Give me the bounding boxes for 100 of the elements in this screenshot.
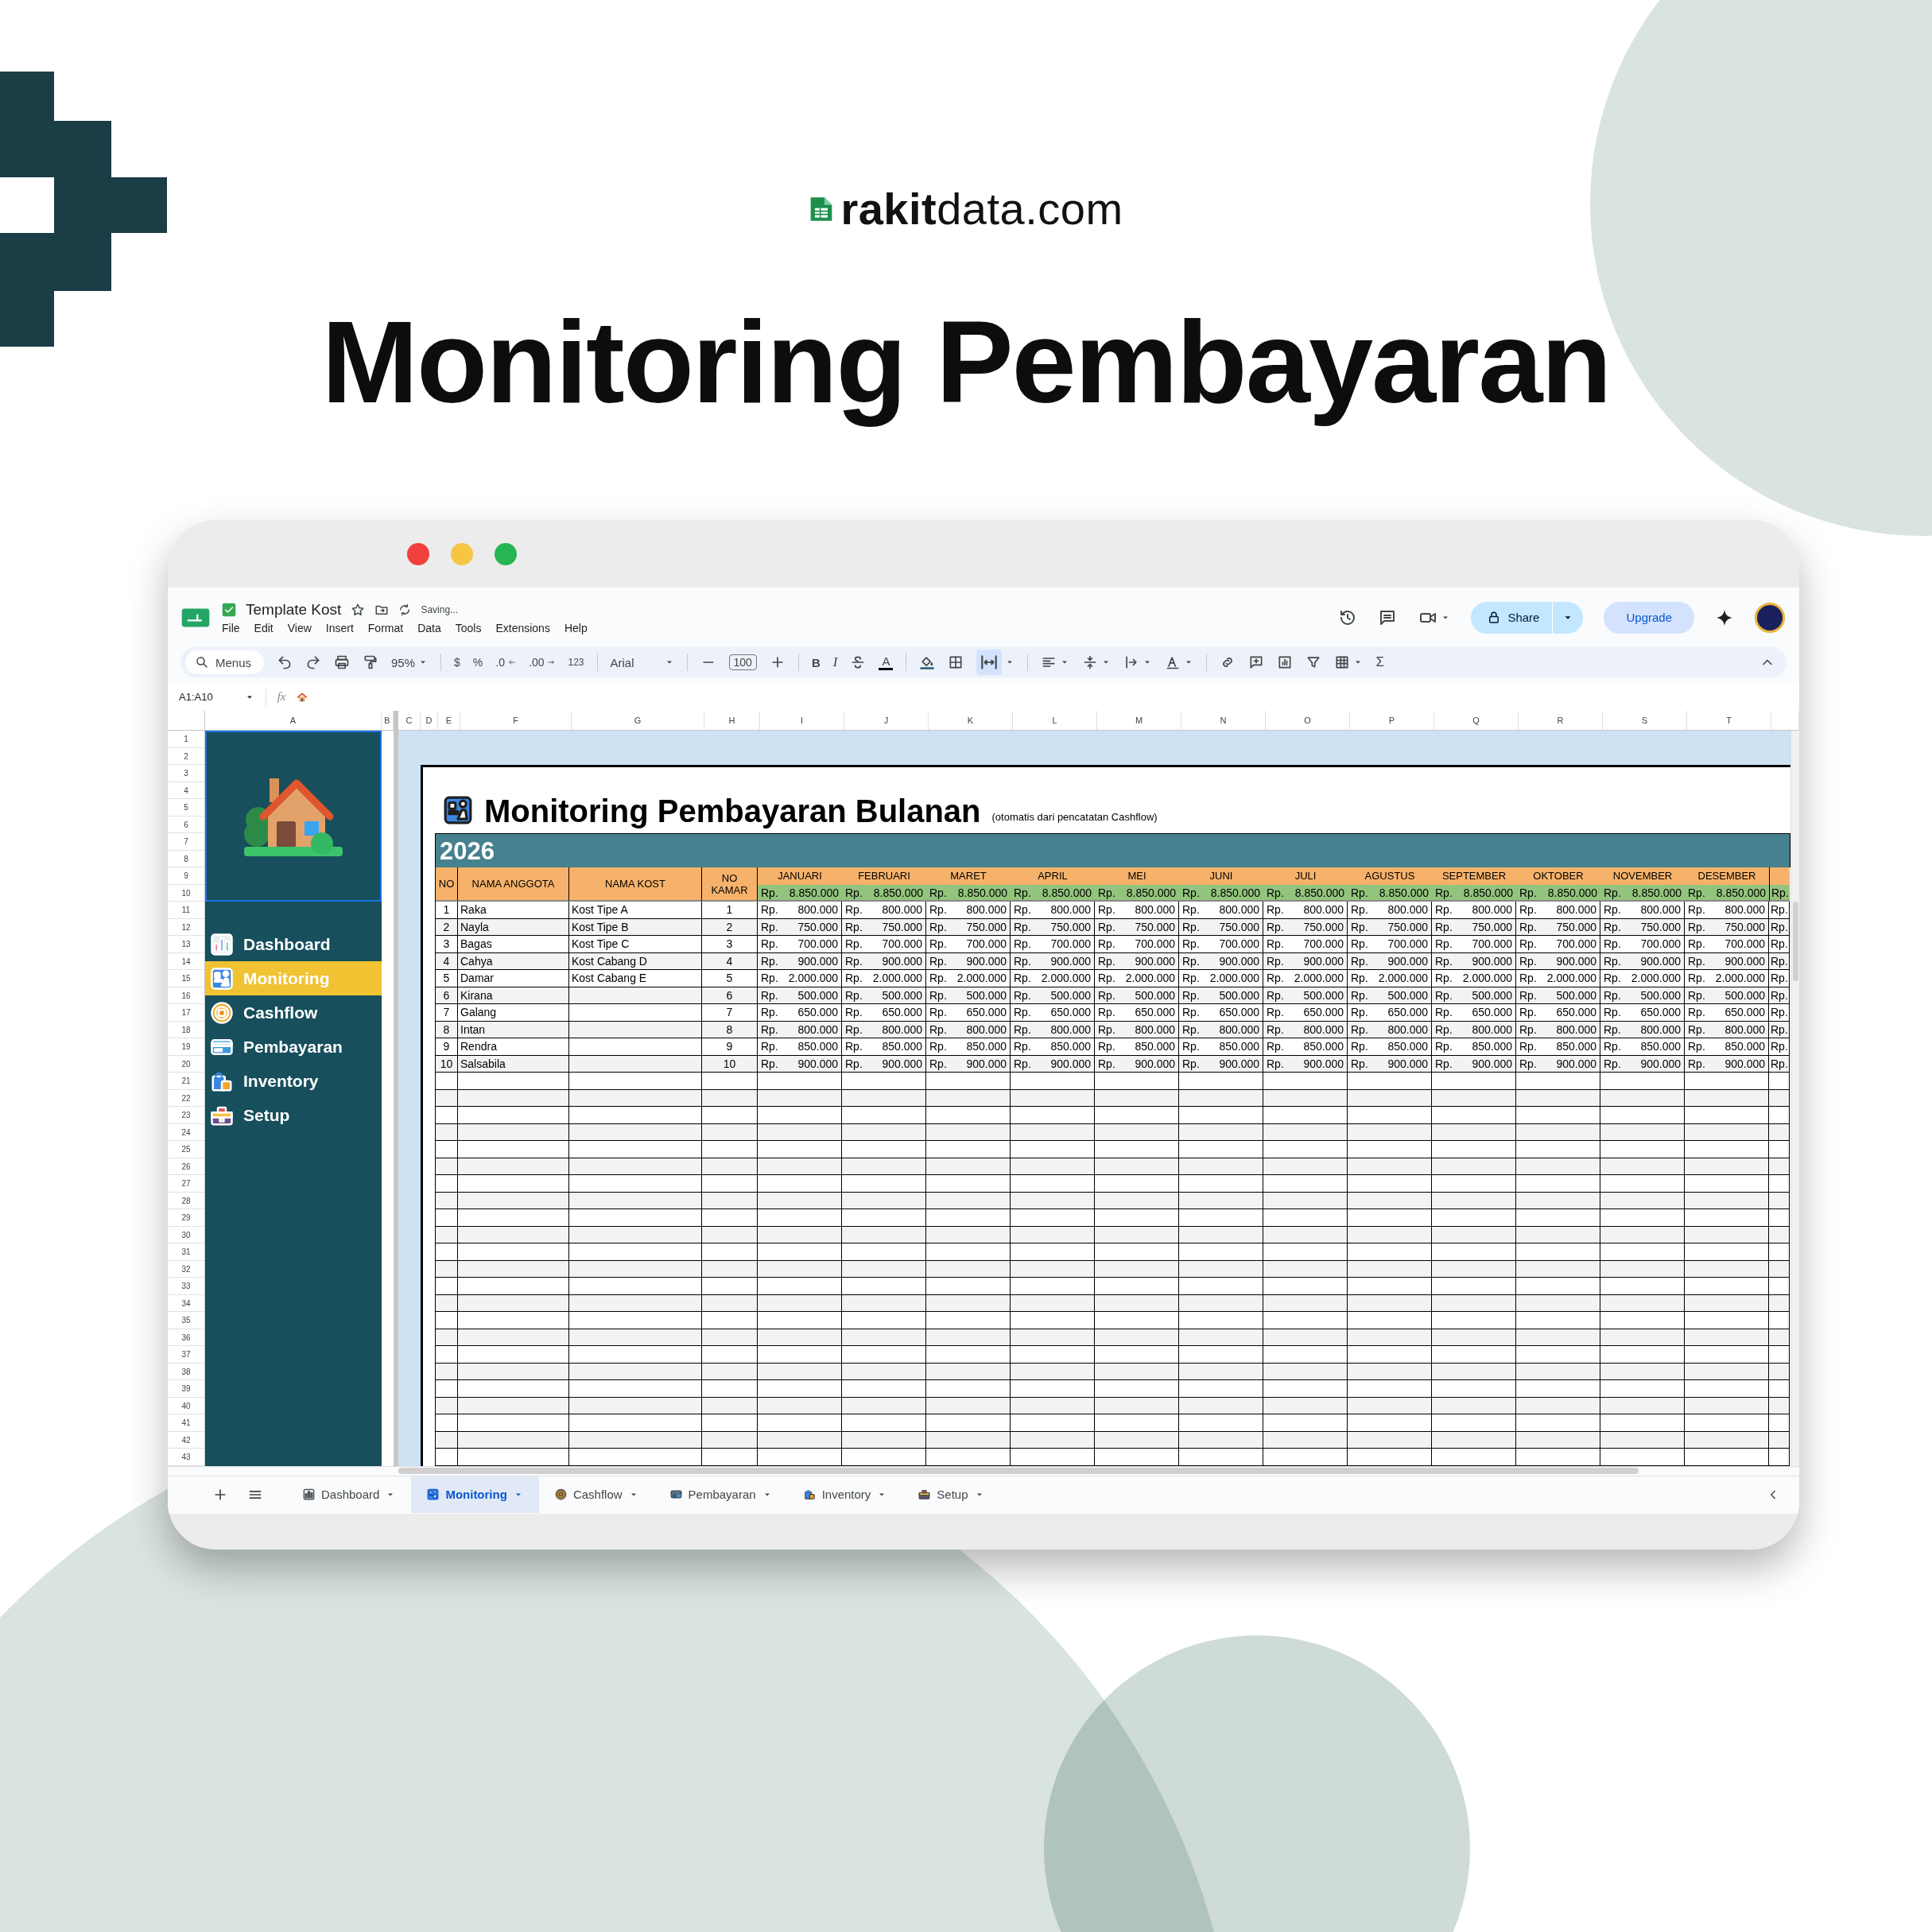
font-size-field[interactable]: 100 [728, 654, 757, 670]
menu-item[interactable]: File [222, 621, 240, 634]
row-header[interactable]: 11 [168, 902, 204, 919]
sum-button[interactable]: Σ [1375, 654, 1384, 670]
sidebar-item[interactable]: Cashflow [205, 995, 382, 1030]
redo-icon[interactable] [305, 654, 322, 670]
row-header[interactable]: 22 [168, 1089, 204, 1107]
column-header[interactable]: Q [1434, 711, 1519, 730]
column-header[interactable]: S [1603, 711, 1687, 730]
close-button[interactable] [407, 542, 429, 565]
font-select[interactable]: Arial [610, 655, 674, 669]
menu-item[interactable]: Help [564, 621, 588, 634]
menu-item[interactable]: Tools [455, 621, 482, 634]
column-header[interactable]: N [1181, 711, 1266, 730]
vertical-scrollbar[interactable] [1790, 731, 1799, 1466]
row-header[interactable]: 35 [168, 1312, 204, 1329]
print-icon[interactable] [334, 654, 351, 670]
row-header[interactable]: 23 [168, 1107, 204, 1124]
sidebar-item[interactable]: Dashboard [205, 927, 382, 962]
number-format-button[interactable]: 123 [568, 657, 584, 668]
italic-button[interactable]: I [832, 654, 838, 670]
column-header[interactable]: L [1013, 711, 1097, 730]
increase-decimal-button[interactable]: .00 [529, 656, 556, 669]
row-header[interactable]: 37 [168, 1346, 204, 1364]
row-header[interactable]: 1 [168, 731, 204, 748]
row-header[interactable]: 16 [168, 987, 204, 1004]
menu-item[interactable]: View [287, 621, 312, 634]
row-header[interactable]: 3 [168, 765, 204, 782]
star-icon[interactable] [351, 602, 366, 617]
row-header[interactable]: 31 [168, 1243, 204, 1261]
row-header[interactable]: 2 [168, 747, 204, 765]
currency-format-button[interactable]: $ [454, 656, 460, 669]
column-header[interactable]: J [844, 711, 929, 730]
column-header[interactable]: A [205, 711, 382, 730]
menu-item[interactable]: Insert [325, 621, 354, 634]
decrease-decimal-button[interactable]: .0 [495, 656, 516, 669]
borders-icon[interactable] [948, 654, 964, 670]
sheet-tab[interactable]: Monitoring [411, 1476, 539, 1513]
sidebar-item[interactable]: Inventory [205, 1064, 382, 1099]
row-header[interactable]: 30 [168, 1226, 204, 1243]
row-header[interactable]: 12 [168, 918, 204, 936]
column-header[interactable]: C [398, 711, 421, 730]
share-button[interactable]: Share [1471, 601, 1584, 634]
row-header[interactable]: 42 [168, 1431, 204, 1449]
row-header[interactable]: 33 [168, 1278, 204, 1295]
menu-item[interactable]: Data [417, 621, 441, 634]
percent-format-button[interactable]: % [472, 656, 483, 669]
row-header[interactable]: 21 [168, 1073, 204, 1090]
row-header[interactable]: 43 [168, 1449, 204, 1466]
document-title[interactable]: Template Kost [246, 600, 342, 619]
sheet-tab[interactable]: Setup [902, 1476, 1000, 1513]
fill-color-icon[interactable] [919, 654, 936, 670]
text-color-button[interactable]: A [879, 654, 894, 670]
row-header[interactable]: 8 [168, 850, 204, 867]
row-header[interactable]: 38 [168, 1363, 204, 1380]
chart-icon[interactable] [1277, 654, 1294, 670]
row-header[interactable]: 40 [168, 1397, 204, 1414]
row-header[interactable]: 15 [168, 970, 204, 987]
row-header[interactable]: 10 [168, 884, 204, 902]
column-header[interactable]: D [421, 711, 438, 730]
row-header[interactable]: 17 [168, 1004, 204, 1022]
row-header[interactable]: 32 [168, 1260, 204, 1278]
row-header[interactable]: 27 [168, 1175, 204, 1193]
menu-item[interactable]: Edit [254, 621, 274, 634]
column-header[interactable]: R [1519, 711, 1603, 730]
table-icon[interactable] [1334, 654, 1351, 670]
row-header[interactable]: 13 [168, 936, 204, 953]
row-header[interactable]: 28 [168, 1192, 204, 1209]
row-header[interactable]: 29 [168, 1209, 204, 1227]
column-header[interactable]: E [438, 711, 460, 730]
column-header[interactable]: F [460, 711, 572, 730]
row-header[interactable]: 41 [168, 1414, 204, 1432]
row-header[interactable]: 5 [168, 799, 204, 817]
name-box[interactable]: A1:A10 [179, 688, 266, 706]
row-header[interactable]: 34 [168, 1294, 204, 1312]
menu-item[interactable]: Extensions [495, 621, 550, 634]
row-header[interactable]: 14 [168, 952, 204, 970]
sidebar-item[interactable]: Setup [205, 1098, 382, 1133]
bold-button[interactable]: B [811, 655, 821, 669]
menu-item[interactable]: Format [367, 621, 404, 634]
row-header[interactable]: 7 [168, 833, 204, 851]
selected-cell-range[interactable] [205, 731, 382, 902]
row-header[interactable]: 18 [168, 1021, 204, 1038]
column-header[interactable]: G [572, 711, 704, 730]
row-header[interactable]: 26 [168, 1158, 204, 1175]
row-header[interactable]: 24 [168, 1123, 204, 1141]
sidebar-item[interactable]: Pembayaran [205, 1030, 382, 1065]
row-header[interactable]: 25 [168, 1141, 204, 1158]
row-header[interactable]: 39 [168, 1380, 204, 1398]
column-header[interactable]: I [760, 711, 844, 730]
row-header[interactable]: 6 [168, 816, 204, 833]
search-field[interactable]: Menus [185, 650, 265, 674]
upgrade-button[interactable]: Upgrade [1604, 601, 1694, 634]
row-header[interactable]: 9 [168, 867, 204, 885]
column-header[interactable]: P [1350, 711, 1434, 730]
row-header[interactable]: 4 [168, 782, 204, 799]
row-header[interactable]: 19 [168, 1038, 204, 1056]
sheet-tab[interactable]: Pembayaran [654, 1476, 788, 1513]
row-header[interactable]: 36 [168, 1329, 204, 1346]
insert-comment-icon[interactable] [1248, 654, 1265, 670]
